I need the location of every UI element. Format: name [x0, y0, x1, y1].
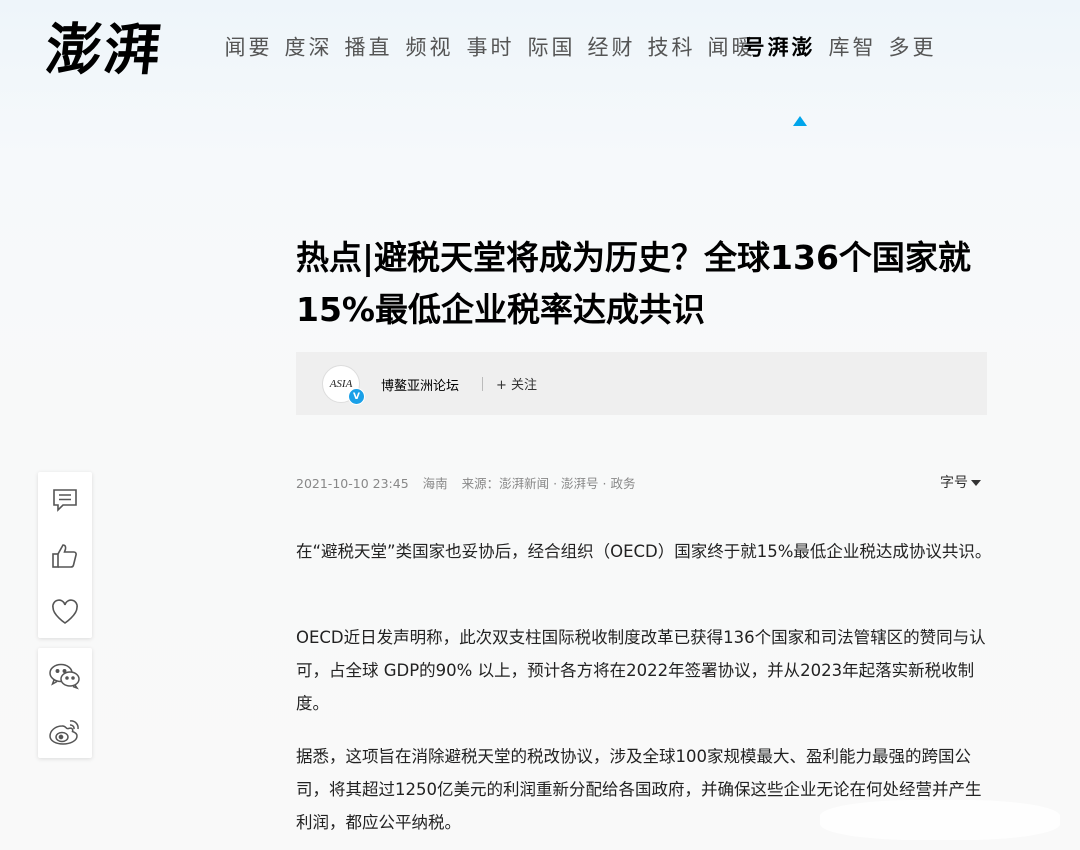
watermark-overlay — [820, 800, 1060, 840]
nav-item-gengduo[interactable]: 更多 — [886, 36, 934, 54]
comment-button[interactable] — [38, 472, 92, 528]
nav-item-shishi[interactable]: 时事 — [464, 36, 512, 54]
weibo-icon — [49, 720, 79, 745]
nav-item-zhibo[interactable]: 直播 — [342, 36, 390, 54]
favorite-button[interactable] — [38, 584, 92, 640]
font-size-label: 字号 — [940, 475, 968, 491]
weibo-share-button[interactable] — [38, 704, 92, 760]
nav-item-shendu[interactable]: 深度 — [282, 36, 330, 54]
nav-item-shipin[interactable]: 视频 — [403, 36, 451, 54]
article-meta: 2021-10-10 23:45 海南 来源：澎湃新闻 · 澎湃号 · 政务 — [296, 473, 645, 492]
nav-item-pengpaihao[interactable]: 澎湃号 — [741, 36, 813, 54]
wechat-icon — [49, 663, 80, 690]
share-panel — [38, 648, 92, 758]
article-paragraph: 在“避税天堂”类国家也妥协后，经合组织（OECD）国家终于就15%最低企业税达成… — [296, 542, 992, 561]
author-card: ASIA V 博鳌亚洲论坛 + 关注 — [296, 352, 987, 415]
author-name[interactable]: 博鳌亚洲论坛 — [381, 375, 459, 394]
caret-down-icon — [971, 480, 981, 486]
publish-datetime: 2021-10-10 23:45 — [296, 476, 409, 491]
publish-location: 海南 — [422, 476, 448, 491]
article-source: 来源：澎湃新闻 · 澎湃号 · 政务 — [461, 476, 636, 491]
side-action-panel — [38, 472, 92, 638]
article-paragraph: OECD近日发声明称，此次双支柱国际税收制度改革已获得136个国家和司法管辖区的… — [296, 628, 986, 713]
author-divider — [482, 377, 483, 391]
nav-item-guoji[interactable]: 国际 — [525, 36, 573, 54]
font-size-toggle[interactable]: 字号 — [940, 472, 981, 492]
nav-item-zhiku[interactable]: 智库 — [826, 36, 874, 54]
comment-icon — [53, 489, 77, 512]
active-nav-indicator-icon — [793, 116, 807, 126]
site-logo[interactable]: 澎湃 — [43, 17, 166, 83]
nav-item-keji[interactable]: 科技 — [645, 36, 693, 54]
verified-badge-icon: V — [348, 388, 365, 405]
like-button[interactable] — [38, 528, 92, 584]
nav-item-yaowen[interactable]: 要闻 — [222, 36, 270, 54]
follow-button[interactable]: + 关注 — [496, 374, 537, 393]
wechat-share-button[interactable] — [38, 648, 92, 704]
article-title: 热点|避税天堂将成为历史？全球136个国家就15%最低企业税率达成共识 — [296, 238, 971, 329]
heart-icon — [52, 599, 78, 624]
nav-item-caijing[interactable]: 财经 — [585, 36, 633, 54]
thumbs-up-icon — [52, 544, 77, 568]
